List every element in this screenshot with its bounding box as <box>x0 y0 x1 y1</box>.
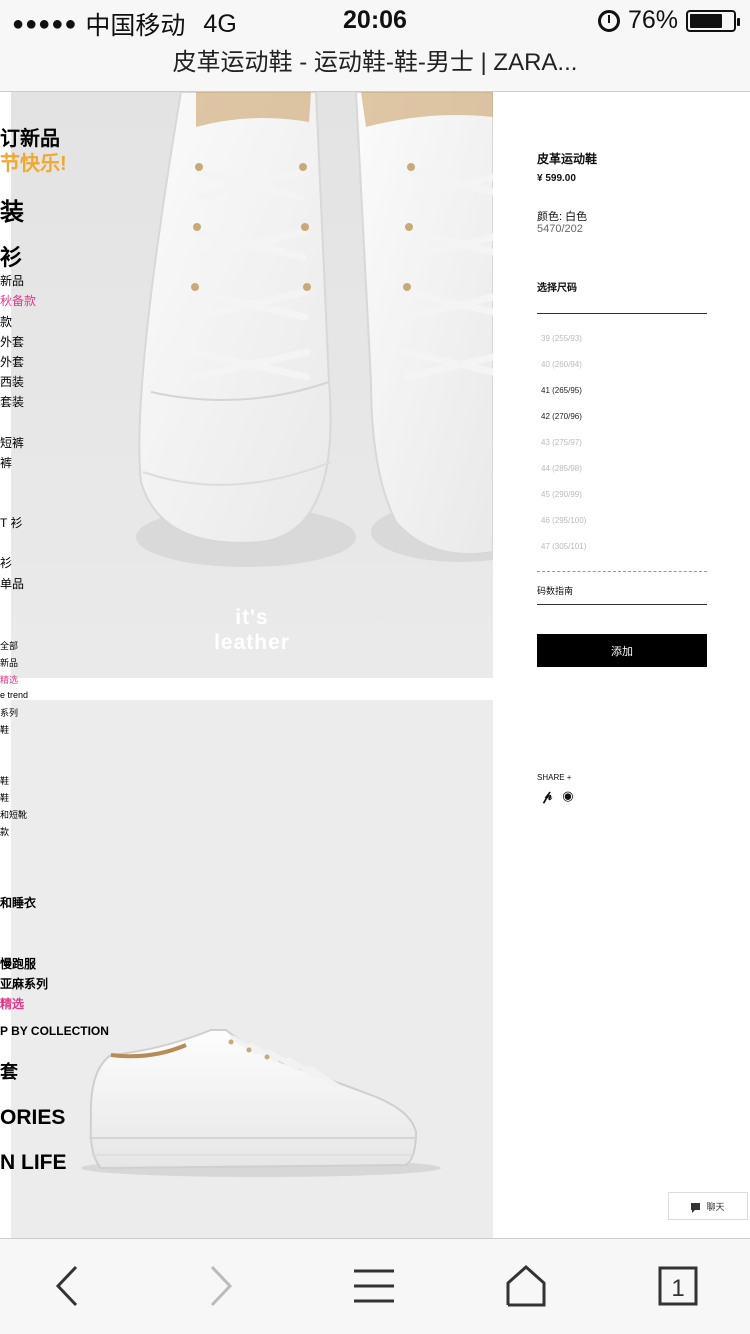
screen: ●●●●● 中国移动 4G 20:06 76% 皮革运动鞋 - 运动鞋-鞋-男士… <box>0 0 750 1334</box>
size-option[interactable]: 43 (275/97) <box>541 438 582 447</box>
home-button[interactable] <box>501 1263 551 1309</box>
menu-button[interactable] <box>349 1263 399 1309</box>
side-navigation-menu: 订新品 节快乐! 装衫新品 秋备款款外套 外套 西装 套装 短裤裤 T 衫衫单品 全部 新品 精选 e … <box>0 92 130 1238</box>
left-menu-item[interactable]: 衫 <box>0 240 22 272</box>
left-menu-item[interactable]: 外套 <box>0 333 24 350</box>
size-option[interactable]: 40 (260/94) <box>541 360 582 369</box>
divider <box>537 313 707 314</box>
page-title: 皮革运动鞋 - 运动鞋-鞋-男士 | ZARA... <box>172 49 578 76</box>
left-menu-item[interactable]: 单品 <box>0 575 24 592</box>
product-name: 皮革运动鞋 <box>537 152 598 166</box>
left-menu-item[interactable]: 和短靴 <box>0 808 27 821</box>
size-option[interactable]: 44 (285/98) <box>541 464 582 473</box>
size-option[interactable]: 39 (255/93) <box>541 334 582 343</box>
tabs-count: 1 <box>671 1275 684 1302</box>
product-reference: 5470/202 <box>537 223 583 235</box>
share-toggle[interactable]: SHARE + <box>537 773 571 782</box>
chevron-left-icon <box>55 1265 78 1307</box>
chevron-right-icon <box>210 1265 233 1307</box>
left-menu-item[interactable]: 短裤 <box>0 434 24 451</box>
left-menu-item[interactable]: 外套 <box>0 353 24 370</box>
alarm-icon <box>597 9 620 32</box>
left-menu-item[interactable]: 款 <box>0 825 9 838</box>
left-menu-item[interactable]: 精选 <box>0 673 18 686</box>
left-menu-item[interactable]: ORIES <box>0 1106 65 1130</box>
left-menu-item[interactable]: 新品 <box>0 656 18 669</box>
left-menu-item[interactable]: N LIFE <box>0 1151 67 1175</box>
left-menu-item[interactable]: 鞋 <box>0 774 9 787</box>
size-option[interactable]: 47 (305/101) <box>541 542 586 551</box>
left-menu-item[interactable]: 衫 <box>0 554 12 571</box>
left-menu-item[interactable]: 套装 <box>0 393 24 410</box>
size-option[interactable]: 46 (295/100) <box>541 516 586 525</box>
image-caption-line2: leather <box>214 631 290 654</box>
left-menu-item[interactable]: 和睡衣 <box>0 894 36 911</box>
pinterest-icon[interactable]: 𝓅 <box>543 788 552 804</box>
size-option[interactable]: 42 (270/96) <box>541 412 582 421</box>
image-caption-line1: it's <box>235 606 269 629</box>
battery-icon <box>686 9 740 32</box>
weibo-icon[interactable]: ◉ <box>562 788 573 804</box>
left-menu-item[interactable]: 鞋 <box>0 723 9 736</box>
left-menu-item[interactable]: 装 <box>0 192 24 227</box>
size-option[interactable]: 41 (265/95) <box>541 386 582 395</box>
size-guide-link[interactable]: 码数指南 <box>537 584 573 597</box>
left-menu-item[interactable]: 套 <box>0 1058 18 1084</box>
add-to-cart-button[interactable]: 添加 <box>537 634 707 667</box>
left-menu-item[interactable]: 精选 <box>0 995 24 1012</box>
home-icon <box>506 1264 546 1307</box>
left-menu-item[interactable]: 西装 <box>0 373 24 390</box>
browser-toolbar: 1 <box>0 1238 750 1334</box>
left-menu-item[interactable]: 亚麻系列 <box>0 975 48 992</box>
chat-label: 聊天 <box>706 1201 725 1212</box>
hamburger-menu-icon <box>354 1269 394 1303</box>
left-menu-item[interactable]: 裤 <box>0 454 12 471</box>
tabs-button[interactable]: 1 <box>653 1263 703 1309</box>
chat-button[interactable]: 聊天 <box>668 1192 748 1220</box>
chat-bubble-icon <box>691 1202 701 1213</box>
battery-percent: 76% <box>627 6 678 34</box>
share-icons: 𝓅 ◉ <box>543 788 574 804</box>
left-menu-item[interactable]: 慢跑服 <box>0 955 36 972</box>
left-menu-item[interactable]: e trend <box>0 690 28 700</box>
status-bar: ●●●●● 中国移动 4G 20:06 76% <box>0 0 750 40</box>
left-menu-item[interactable]: 系列 <box>0 706 18 719</box>
product-price: ¥ 599.00 <box>537 173 576 184</box>
size-option[interactable]: 45 (290/99) <box>541 490 582 499</box>
left-menu-item[interactable]: 款 <box>0 313 12 330</box>
back-button[interactable] <box>44 1263 94 1309</box>
battery-level-fill <box>690 13 722 28</box>
left-menu-item[interactable]: T 衫 <box>0 514 22 531</box>
left-menu-item[interactable]: 节快乐! <box>0 147 67 176</box>
left-menu-item[interactable]: 新品 <box>0 272 24 289</box>
left-menu-item[interactable]: 秋备款 <box>0 292 36 309</box>
tabs-icon: 1 <box>658 1266 698 1306</box>
left-menu-item[interactable]: P BY COLLECTION <box>0 1024 109 1038</box>
divider <box>537 604 707 605</box>
browser-title-bar[interactable]: 皮革运动鞋 - 运动鞋-鞋-男士 | ZARA... <box>0 40 750 92</box>
left-menu-item[interactable]: 全部 <box>0 639 18 652</box>
product-color: 颜色: 白色 <box>537 211 588 223</box>
divider-dashed <box>537 571 707 572</box>
forward-button[interactable] <box>196 1263 246 1309</box>
left-menu-item[interactable]: 鞋 <box>0 791 9 804</box>
status-right: 76% <box>597 6 740 35</box>
size-selector-title[interactable]: 选择尺码 <box>537 279 577 294</box>
